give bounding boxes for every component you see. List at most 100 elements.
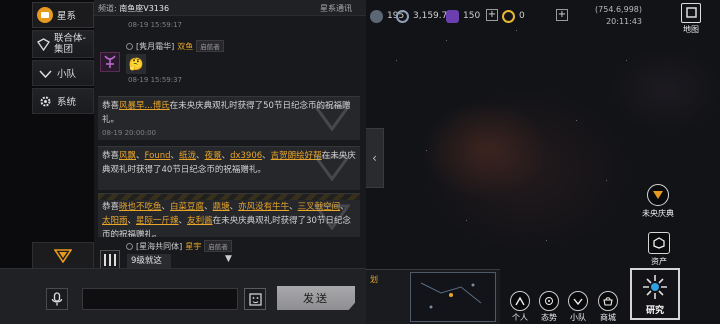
avatar[interactable] [100,250,120,268]
resource-3-value: 150 [463,11,481,21]
send-button[interactable]: 发送 [277,286,355,310]
coords-readout: (754.6,998) 20:11:43 [595,4,642,28]
resource-3: 150 [446,8,480,24]
chat-panel[interactable]: 频道: 南鱼座V3136 星系通讯 08-19 15:59:17 [隽月霜华] … [94,0,366,268]
gear-icon [37,93,53,109]
emblem-icon [54,249,72,263]
tab-squad[interactable]: 小队 [32,60,94,86]
map-button[interactable]: 地图 [676,3,706,35]
squad-icon [37,65,53,81]
star-system-icon [37,7,53,23]
chat-input[interactable] [82,288,238,310]
tab-label: 星系 [57,11,77,22]
resource-2: 3,159.75 [396,8,453,24]
person-icon [510,291,530,311]
voice-button[interactable] [46,288,68,310]
player-link[interactable]: 夜景 [205,151,222,161]
channel-name: 南鱼座V3136 [119,4,170,13]
tab-label: 系统 [57,97,77,108]
avatar[interactable] [100,52,120,72]
map-icon [681,3,701,23]
chat-header: 频道: 南鱼座V3136 星系通讯 [94,0,366,16]
assets-label: 资产 [651,257,667,266]
system-message: 恭喜风暴早...博氏在未央庆典观礼时获得了50节日纪念币的祝福赠礼。 08-19… [98,96,360,140]
resource-4-icon [502,9,515,23]
emoji-button[interactable] [244,288,266,310]
minimap[interactable]: 划 [366,269,500,324]
player-link[interactable]: 晓也不吃鱼 [119,202,162,212]
message-time: 08-19 15:59:37 [128,76,183,84]
map-label: 地图 [683,25,699,34]
nav-squad[interactable]: 小队 [564,291,592,323]
assets-icon [648,232,670,254]
resource-4-value: 0 [519,11,525,21]
player-link[interactable]: 太阳雨 [102,216,128,226]
radar-icon [539,291,559,311]
festival-icon [647,184,669,206]
player-name[interactable]: 双鱼 [177,41,193,52]
player-link[interactable]: dx3906 [230,151,262,161]
message-bubble: 9级就这 [127,254,171,268]
player-link[interactable]: 风飘 [119,151,136,161]
nav-label: 小队 [570,313,586,322]
minimap-frame [410,272,496,322]
microphone-icon [51,292,63,306]
nav-label: 态势 [541,313,557,322]
player-link[interactable]: 风暴早...博氏 [119,101,170,111]
tab-label: 小队 [57,69,77,80]
clock-text: 20:11:43 [606,17,642,26]
sender-line: [隽月霜华] 双鱼 启航者 [126,40,224,52]
tab-star-system[interactable]: 星系 [32,2,94,28]
chevron-down-icon[interactable]: ▼ [225,254,232,264]
player-name[interactable]: 星宇 [185,241,201,252]
player-link[interactable]: 亦风没有牛牛 [238,202,289,212]
rank-badge: 启航者 [196,40,224,52]
hazard-stripe [98,194,360,200]
add-resource-4-button[interactable]: + [556,9,568,21]
festival-button[interactable]: 未央庆典 [642,184,674,219]
festival-label: 未央庆典 [642,209,674,218]
player-link[interactable]: 星际一斤辣 [136,216,179,226]
emoji-icon [248,292,262,306]
player-link[interactable]: 鼎塘 [213,202,230,212]
player-link[interactable]: 纸泷 [179,151,196,161]
sender-line: [星海共同体] 星宇 启航者 [126,240,232,252]
channel-label: 频道: 南鱼座V3136 [98,4,170,13]
collapse-panel-button[interactable]: ‹ [366,128,384,188]
minimap-tag: 划 [370,275,378,284]
research-icon [643,275,667,299]
sidebar-emblem-button[interactable] [32,242,94,270]
nav-shop[interactable]: 商城 [594,291,622,323]
nav-label: 个人 [512,313,528,322]
tab-alliance-group[interactable]: 联合体-集团 [32,30,94,58]
shop-icon [598,291,618,311]
resource-2-icon [396,9,409,23]
system-message: 恭喜风飘、Found、纸泷、夜景、dx3906、吉贺朗绘好帮在未央庆典观礼时获得… [98,146,360,190]
chevron-left-icon: ‹ [372,151,377,165]
research-label: 研究 [645,306,664,316]
system-message: 恭喜晓也不吃鱼、白菜豆腐、鼎塘、亦风没有牛牛、三叉戟空间、太阳雨、星际一斤辣、友… [98,193,360,237]
resource-4: 0 [502,8,525,24]
alliance-tag: [隽月霜华] [136,41,175,51]
star-comm-link[interactable]: 星系通讯 [320,3,352,14]
alliance-tag: [星海共同体] [136,241,183,251]
player-link[interactable]: Found [145,151,171,161]
emoji-message: 🤔 [126,54,146,74]
player-link[interactable]: 友利酱 [187,216,213,226]
nav-personal[interactable]: 个人 [506,291,534,323]
alliance-icon [37,36,50,52]
research-button[interactable]: 研究 [630,268,680,320]
nav-situation[interactable]: 态势 [535,291,563,323]
position-text: (754.6,998) [595,5,642,14]
sender-icon [126,42,133,50]
sender-icon [126,242,133,250]
assets-button[interactable]: 资产 [648,232,670,267]
resource-3-icon [446,9,459,23]
add-resource-3-button[interactable]: + [486,9,498,21]
player-link[interactable]: 白菜豆腐 [170,202,204,212]
message-time: 08-19 15:59:17 [128,21,183,29]
resource-1-icon [370,9,383,23]
tab-system[interactable]: 系统 [32,88,94,114]
squad-icon [568,291,588,311]
tab-label: 联合体-集团 [54,33,86,55]
